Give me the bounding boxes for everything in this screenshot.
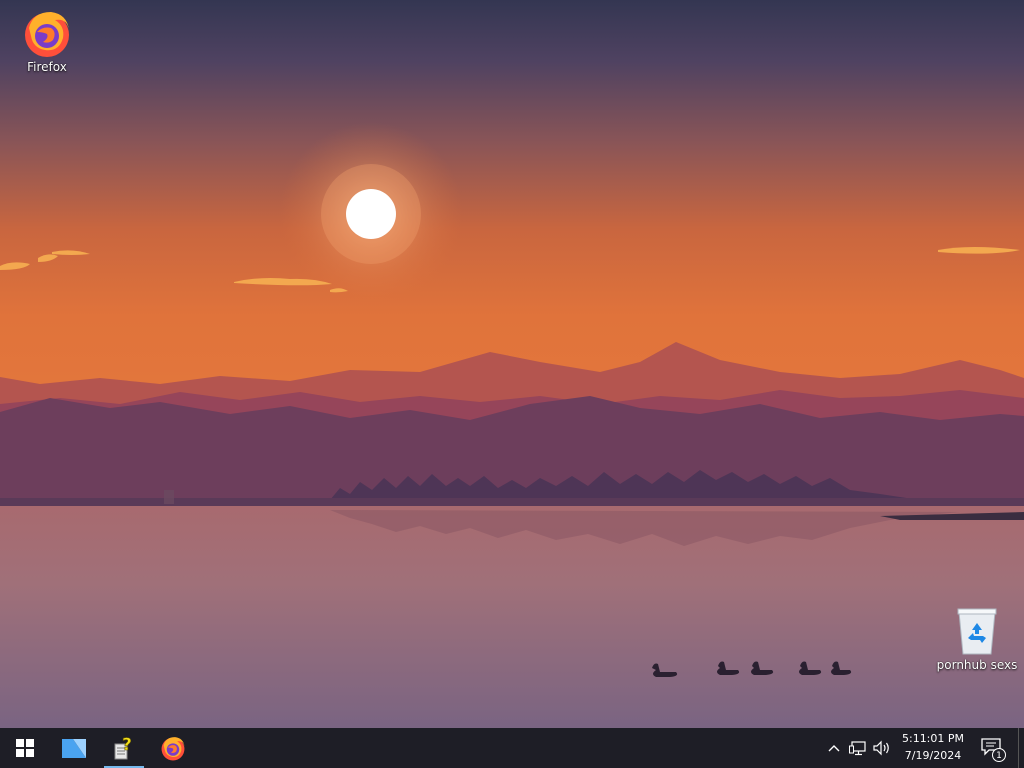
network-button[interactable] xyxy=(848,738,868,758)
taskbar-file-explorer-button[interactable] xyxy=(52,728,96,768)
show-hidden-icons-button[interactable] xyxy=(824,738,844,758)
sun xyxy=(346,189,396,239)
desktop-icon-firefox[interactable]: Firefox xyxy=(7,8,87,74)
file-explorer-icon xyxy=(62,739,86,758)
taskbar-help-document-button[interactable]: ? xyxy=(102,728,146,768)
desktop: Firefox pornhub sexs xyxy=(0,0,1024,728)
clock[interactable]: 5:11:01 PM 7/19/2024 xyxy=(896,730,970,766)
volume-button[interactable] xyxy=(872,738,892,758)
desktop-icon-recycle-bin[interactable]: pornhub sexs xyxy=(935,606,1019,672)
show-desktop-button[interactable] xyxy=(1018,728,1024,768)
wallpaper xyxy=(0,0,1024,728)
help-document-icon: ? xyxy=(114,736,132,760)
windows-start-icon xyxy=(16,739,34,757)
desktop-icon-label: pornhub sexs xyxy=(936,658,1018,672)
svg-text:?: ? xyxy=(122,736,132,755)
network-icon xyxy=(849,741,866,756)
taskbar-firefox-button[interactable] xyxy=(151,728,195,768)
recycle-bin-icon xyxy=(957,608,997,655)
action-center-button[interactable]: 1 xyxy=(978,736,1006,762)
notification-count-badge: 1 xyxy=(992,748,1006,762)
firefox-icon xyxy=(161,737,185,761)
firefox-icon xyxy=(25,12,69,57)
desktop-icon-label: Firefox xyxy=(27,60,67,74)
clock-time: 5:11:01 PM xyxy=(901,732,965,745)
chevron-up-icon xyxy=(828,745,840,752)
start-button[interactable] xyxy=(2,728,48,768)
clock-date: 7/19/2024 xyxy=(904,749,962,762)
taskbar: ? 5:11:01 PM 7/19/2024 1 xyxy=(0,728,1024,768)
volume-icon xyxy=(873,740,889,756)
